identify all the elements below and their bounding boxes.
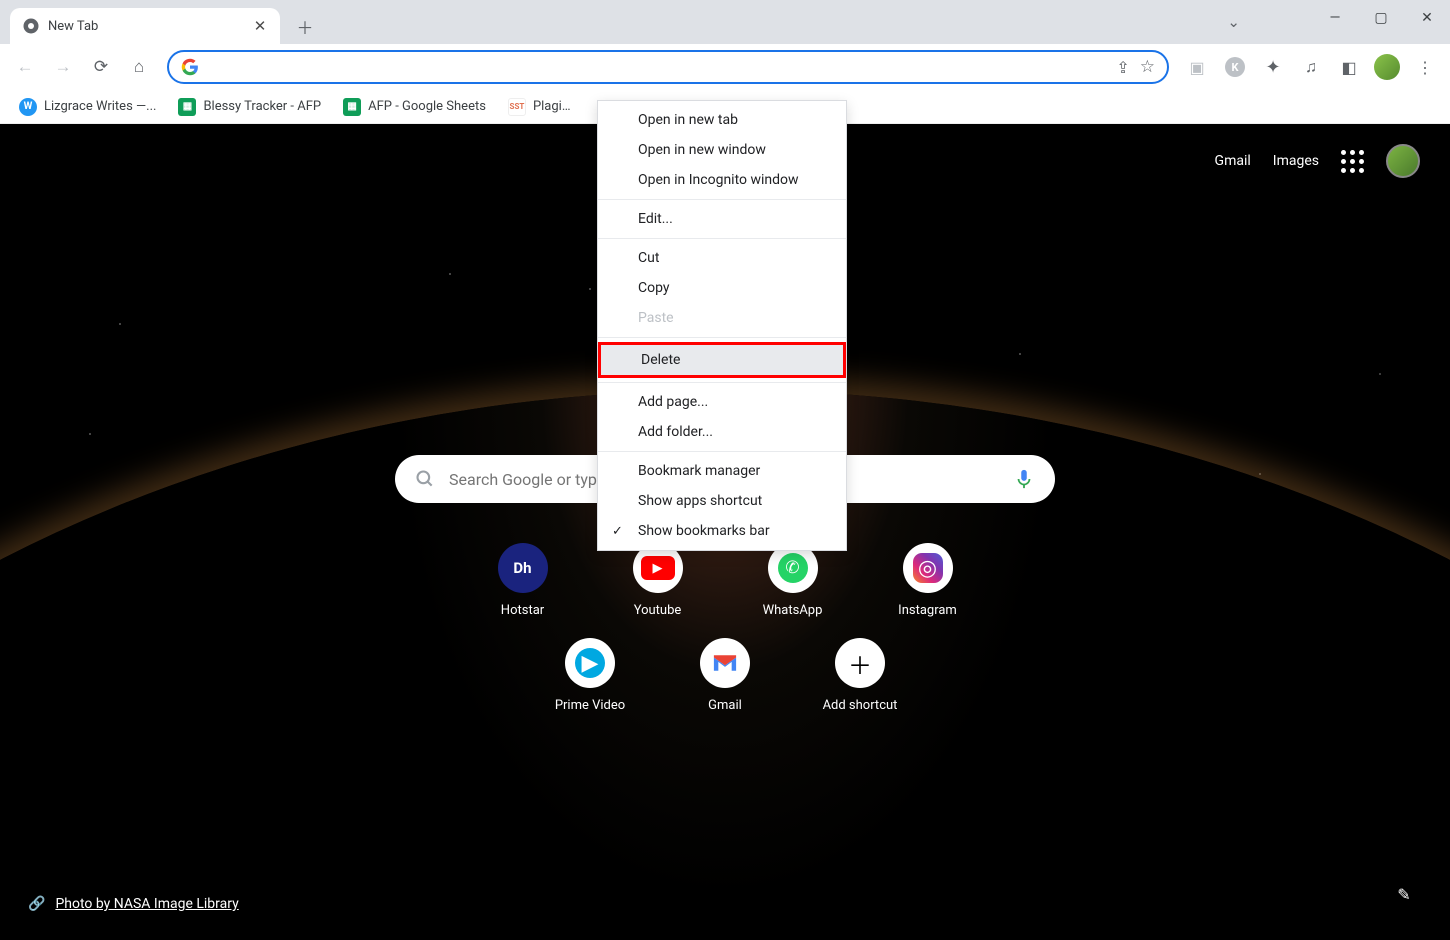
- minimize-button[interactable]: ―: [1312, 0, 1358, 36]
- ctx-separator: [598, 337, 846, 338]
- shortcut-whatsapp[interactable]: ✆ WhatsApp: [738, 543, 848, 618]
- search-icon: [415, 469, 435, 489]
- ctx-separator: [598, 238, 846, 239]
- window-controls: ― ▢ ✕: [1312, 0, 1450, 36]
- share-icon[interactable]: ⇪: [1116, 58, 1129, 77]
- customize-button[interactable]: ✎: [1386, 876, 1422, 912]
- bookmark-label: Plagi…: [533, 99, 571, 114]
- side-panel-icon[interactable]: ◧: [1334, 52, 1364, 82]
- shortcut-label: WhatsApp: [763, 603, 823, 618]
- sst-icon: SST: [508, 98, 526, 116]
- add-shortcut-button[interactable]: ＋ Add shortcut: [805, 638, 915, 713]
- wordpress-icon: W: [19, 98, 37, 116]
- shortcuts-row-1: Dh Hotstar ▶ Youtube ✆ WhatsApp ◎ Instag…: [455, 543, 995, 618]
- ctx-cut[interactable]: Cut: [598, 243, 846, 273]
- toolbar: ← → ⟳ ⌂ ⇪ ☆ ▣ K ✦ ♫ ◧ ⋮: [0, 44, 1450, 90]
- chrome-icon: [22, 17, 40, 35]
- bookmark-label: Lizgrace Writes —...: [44, 99, 156, 114]
- forward-button[interactable]: →: [48, 52, 78, 82]
- top-right-links: Gmail Images: [1215, 144, 1420, 178]
- plus-icon: ＋: [835, 638, 885, 688]
- ctx-bookmark-manager[interactable]: Bookmark manager: [598, 456, 846, 486]
- extensions-puzzle-icon[interactable]: ✦: [1258, 52, 1288, 82]
- bookmark-item[interactable]: ▦ Blessy Tracker - AFP: [171, 94, 328, 120]
- prime-video-icon: ▶: [565, 638, 615, 688]
- shortcut-hotstar[interactable]: Dh Hotstar: [468, 543, 578, 618]
- account-avatar[interactable]: [1386, 144, 1420, 178]
- shortcut-label: Hotstar: [501, 603, 544, 618]
- ctx-open-incognito[interactable]: Open in Incognito window: [598, 165, 846, 195]
- omnibox[interactable]: ⇪ ☆: [167, 50, 1169, 84]
- profile-avatar[interactable]: [1372, 52, 1402, 82]
- ctx-separator: [598, 382, 846, 383]
- hotstar-icon: Dh: [498, 543, 548, 593]
- ctx-open-new-window[interactable]: Open in new window: [598, 135, 846, 165]
- tab-title: New Tab: [48, 19, 244, 34]
- gmail-link[interactable]: Gmail: [1215, 153, 1251, 169]
- extension-k-icon[interactable]: K: [1220, 52, 1250, 82]
- reload-button[interactable]: ⟳: [86, 52, 116, 82]
- extension-square-icon[interactable]: ▣: [1182, 52, 1212, 82]
- sheets-icon: ▦: [178, 98, 196, 116]
- check-icon: ✓: [612, 524, 623, 539]
- bookmark-label: Blessy Tracker - AFP: [203, 99, 321, 114]
- ctx-show-apps-shortcut[interactable]: Show apps shortcut: [598, 486, 846, 516]
- new-tab-button[interactable]: ＋: [290, 11, 320, 41]
- ctx-copy[interactable]: Copy: [598, 273, 846, 303]
- instagram-icon: ◎: [903, 543, 953, 593]
- shortcuts-row-2: ▶ Prime Video Gmail ＋ Add shortcut: [523, 638, 928, 713]
- shortcut-prime-video[interactable]: ▶ Prime Video: [535, 638, 645, 713]
- browser-tab[interactable]: New Tab ✕: [10, 8, 280, 44]
- tab-search-chevron-icon[interactable]: ⌄: [1227, 13, 1240, 31]
- shortcut-gmail[interactable]: Gmail: [670, 638, 780, 713]
- home-button[interactable]: ⌂: [124, 52, 154, 82]
- bookmark-item[interactable]: ▦ AFP - Google Sheets: [336, 94, 493, 120]
- attribution-link[interactable]: Photo by NASA Image Library: [55, 896, 238, 912]
- voice-search-icon[interactable]: [1013, 468, 1035, 490]
- shortcut-label: Prime Video: [555, 698, 625, 713]
- back-button[interactable]: ←: [10, 52, 40, 82]
- titlebar: New Tab ✕ ＋ ⌄ ― ▢ ✕: [0, 0, 1450, 44]
- close-tab-icon[interactable]: ✕: [252, 18, 268, 34]
- ctx-edit[interactable]: Edit...: [598, 204, 846, 234]
- media-control-icon[interactable]: ♫: [1296, 52, 1326, 82]
- ctx-paste: Paste: [598, 303, 846, 333]
- ctx-separator: [598, 199, 846, 200]
- ctx-add-folder[interactable]: Add folder...: [598, 417, 846, 447]
- address-input[interactable]: [209, 59, 1106, 75]
- close-window-button[interactable]: ✕: [1404, 0, 1450, 36]
- ctx-delete[interactable]: Delete: [598, 342, 846, 378]
- background-attribution: 🔗 Photo by NASA Image Library: [28, 896, 239, 912]
- bookmark-item[interactable]: W Lizgrace Writes —...: [12, 94, 163, 120]
- shortcut-label: Gmail: [708, 698, 742, 713]
- google-g-icon: [181, 58, 199, 76]
- bookmark-item[interactable]: SST Plagi…: [501, 94, 578, 120]
- ctx-add-page[interactable]: Add page...: [598, 387, 846, 417]
- sheets-icon: ▦: [343, 98, 361, 116]
- ctx-separator: [598, 451, 846, 452]
- shortcut-instagram[interactable]: ◎ Instagram: [873, 543, 983, 618]
- bookmark-star-icon[interactable]: ☆: [1140, 57, 1155, 77]
- images-link[interactable]: Images: [1273, 153, 1319, 169]
- link-icon: 🔗: [28, 896, 45, 912]
- maximize-button[interactable]: ▢: [1358, 0, 1404, 36]
- shortcut-label: Youtube: [634, 603, 682, 618]
- ctx-open-new-tab[interactable]: Open in new tab: [598, 105, 846, 135]
- apps-launcher-icon[interactable]: [1341, 150, 1364, 173]
- shortcut-label: Add shortcut: [823, 698, 898, 713]
- bookmark-context-menu: Open in new tab Open in new window Open …: [597, 100, 847, 551]
- shortcut-youtube[interactable]: ▶ Youtube: [603, 543, 713, 618]
- gmail-icon: [700, 638, 750, 688]
- bookmark-label: AFP - Google Sheets: [368, 99, 486, 114]
- shortcut-label: Instagram: [898, 603, 957, 618]
- ctx-show-bookmarks-bar[interactable]: ✓Show bookmarks bar: [598, 516, 846, 546]
- menu-dots-icon[interactable]: ⋮: [1410, 52, 1440, 82]
